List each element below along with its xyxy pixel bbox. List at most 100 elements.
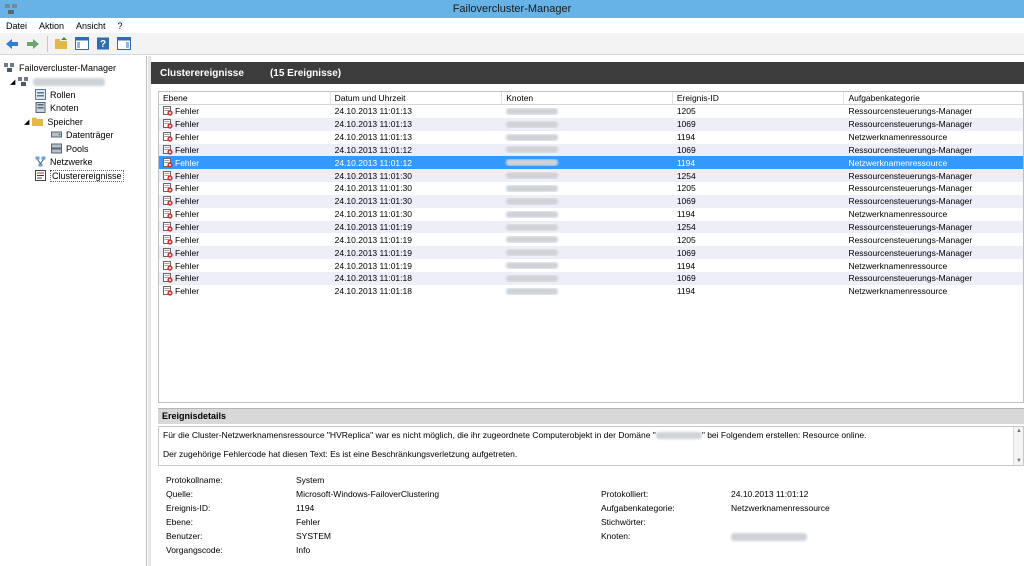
table-row[interactable]: Fehler 24.10.2013 11:01:19 1069 Ressourcens… [159,246,1023,260]
up-folder-icon[interactable] [52,36,70,52]
level-text: Fehler [175,119,200,130]
tree-root-label: Failovercluster-Manager [19,62,117,73]
menu-bar: Datei Aktion Ansicht ? [0,18,1024,33]
details-message-line2: Der zugehörige Fehlercode hat diesen Tex… [163,449,518,459]
table-row[interactable]: Fehler 24.10.2013 11:01:18 1069 Ressourcens… [159,271,1023,285]
error-icon [163,157,173,168]
table-row[interactable]: Fehler 24.10.2013 11:01:30 1194 Netzwerknam… [159,208,1023,221]
cell-knoten [502,159,673,167]
cell-knoten [502,223,673,231]
level-text: Fehler [175,157,200,168]
cell-aufgabenkategorie: Ressourcensteuerungs-Manager [848,273,973,284]
svg-text:?: ? [100,39,106,50]
cell-ebene: Fehler [159,157,331,168]
collapse-triangle-icon[interactable]: ◢ [24,118,29,126]
tree-item-speicher[interactable]: ◢ Speicher [24,115,83,128]
tree-rollen-label: Rollen [50,89,76,100]
cell-datum: 24.10.2013 11:01:13 [334,132,412,143]
node-name-redacted [506,236,559,244]
tree-item-rollen[interactable]: Rollen [35,88,76,101]
cell-datum: 24.10.2013 11:01:18 [334,286,412,297]
error-icon [163,106,173,117]
tree-item-clusterereignisse[interactable]: Clusterereignisse [35,169,124,182]
scroll-down-icon[interactable]: ▼ [1016,458,1022,464]
cell-aufgabenkategorie: Netzwerknamenressource [848,260,948,271]
column-header-datum[interactable]: Datum und Uhrzeit [331,92,503,104]
cell-aufgabenkategorie: Ressourcensteuerungs-Manager [848,222,973,233]
show-hide-action-pane-icon[interactable] [115,36,133,52]
node-name-redacted [506,184,559,192]
roles-icon [35,89,46,100]
events-grid: Ebene Datum und Uhrzeit Knoten Ereignis-… [158,91,1024,403]
details-title: Ereignisdetails [158,408,1024,424]
tree-speicher-label: Speicher [47,116,83,127]
forward-arrow-icon[interactable] [24,36,42,52]
column-header-knoten[interactable]: Knoten [502,92,673,104]
error-icon [163,170,173,181]
table-row[interactable]: Fehler 24.10.2013 11:01:13 1069 Ressourcens… [159,117,1023,131]
error-icon [163,273,173,283]
cell-aufgabenkategorie: Ressourcensteuerungs-Manager [848,106,973,117]
table-row[interactable]: Fehler 24.10.2013 11:01:18 1194 Netzwerknam… [159,285,1023,298]
menu-aktion[interactable]: Aktion [39,21,64,31]
cell-datum: 24.10.2013 11:01:19 [334,234,412,245]
table-row[interactable]: Fehler 24.10.2013 11:01:13 1194 Netzwerknam… [159,131,1023,144]
tree-item-datentraeger[interactable]: Datenträger [51,128,114,141]
help-icon[interactable]: ? [94,36,112,52]
cell-datum: 24.10.2013 11:01:13 [334,119,412,130]
cell-ereignis-id: 1205 [676,183,696,194]
cell-ebene: Fehler [159,196,331,206]
table-row[interactable]: Fehler 24.10.2013 11:01:19 1254 Ressourcens… [159,220,1023,234]
label-quelle: Quelle: [166,489,193,499]
table-row[interactable]: Fehler 24.10.2013 11:01:19 1205 Ressourcens… [159,233,1023,246]
cell-knoten [502,197,673,205]
table-row[interactable]: Fehler 24.10.2013 11:01:30 1205 Ressourcens… [159,182,1023,195]
table-row[interactable]: Fehler 24.10.2013 11:01:12 1069 Ressourcens… [159,143,1023,157]
label-protokolliert: Protokolliert: [601,489,649,499]
cell-knoten [502,146,673,154]
node-name-redacted [506,133,559,141]
column-header-aufgabenkategorie[interactable]: Aufgabenkategorie [844,92,1023,104]
cell-ereignis-id: 1069 [676,144,696,155]
value-knoten-redacted [731,533,807,541]
tree-item-knoten[interactable]: Knoten [35,101,79,114]
table-row[interactable]: Fehler 24.10.2013 11:01:30 1069 Ressourcens… [159,194,1023,208]
collapse-triangle-icon[interactable]: ◢ [10,78,15,86]
menu-ansicht[interactable]: Ansicht [76,21,106,31]
node-name-redacted [506,172,559,180]
column-header-ereignis-id[interactable]: Ereignis-ID [673,92,845,104]
tree-item-netzwerke[interactable]: Netzwerke [35,155,93,168]
cell-ereignis-id: 1194 [676,157,696,168]
table-row[interactable]: Fehler 24.10.2013 11:01:30 1254 Ressourcens… [159,169,1023,183]
column-header-ebene[interactable]: Ebene [159,92,331,104]
tree-item-pools[interactable]: Pools [51,142,89,155]
cell-ereignis-id: 1194 [676,209,696,220]
level-text: Fehler [175,196,200,207]
tree-pools-label: Pools [66,143,89,154]
cell-datum: 24.10.2013 11:01:30 [334,209,412,220]
cell-knoten [502,107,673,115]
cell-ebene: Fehler [159,286,331,296]
cell-ebene: Fehler [159,247,331,258]
cell-aufgabenkategorie: Netzwerknamenressource [848,286,948,297]
table-row[interactable]: Fehler 24.10.2013 11:01:13 1205 Ressourcens… [159,105,1023,118]
cell-ereignis-id: 1254 [676,170,696,181]
label-ebene: Ebene: [166,517,193,527]
table-row[interactable]: Fehler 24.10.2013 11:01:12 1194 Netzwerknam… [159,156,1023,170]
level-text: Fehler [175,260,200,271]
back-arrow-icon[interactable] [3,36,21,52]
event-count: (15 Ereignisse) [269,67,342,79]
level-text: Fehler [175,106,200,117]
tree-item-cluster[interactable]: ◢ [10,75,106,88]
cell-ereignis-id: 1069 [676,196,696,207]
tree-item-root[interactable]: Failovercluster-Manager [4,61,116,74]
cell-ebene: Fehler [159,209,331,219]
cell-knoten [502,249,673,257]
scroll-up-icon[interactable]: ▲ [1016,428,1022,434]
menu-help[interactable]: ? [118,21,123,31]
details-scrollbar[interactable]: ▲ ▼ [1013,427,1023,465]
table-row[interactable]: Fehler 24.10.2013 11:01:19 1194 Netzwerknam… [159,259,1023,272]
menu-datei[interactable]: Datei [6,21,27,31]
show-hide-console-tree-icon[interactable] [73,36,91,52]
node-name-redacted [506,249,559,257]
